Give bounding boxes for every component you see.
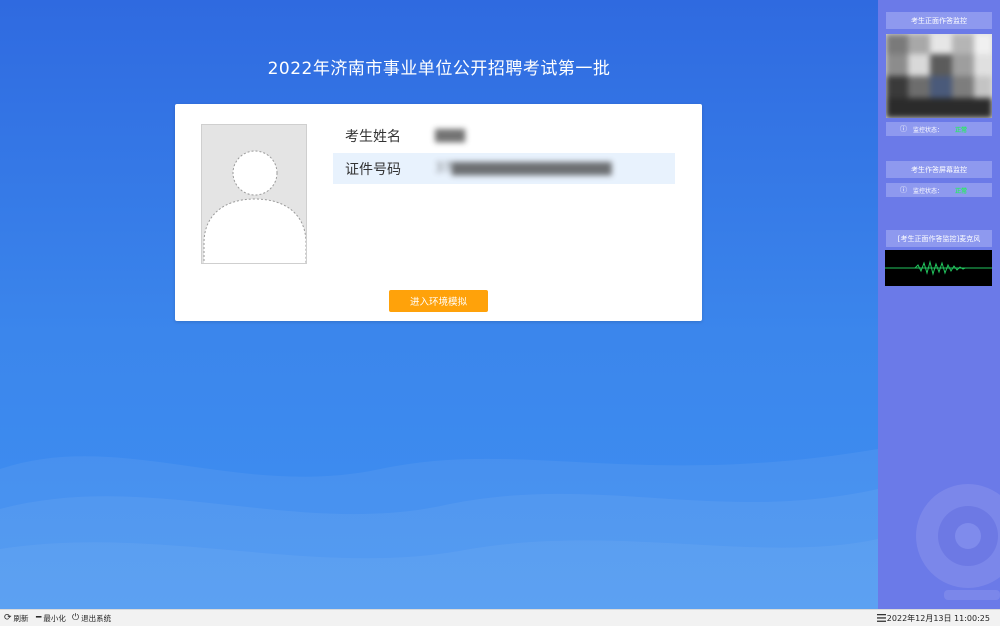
background-waves <box>0 449 878 609</box>
front-monitor-status: ⓘ 监控状态： 正常 <box>886 122 992 136</box>
candidate-name-label: 考生姓名 <box>345 128 401 145</box>
info-icon: ⓘ <box>900 125 907 133</box>
front-status-label: 监控状态： <box>913 126 944 134</box>
webcam-icon <box>916 484 1000 600</box>
power-icon: ⏻ <box>72 613 80 623</box>
refresh-icon: ⟳ <box>4 613 12 623</box>
system-clock: 2022年12月13日 11:00:25 <box>886 613 990 623</box>
exit-label: 退出系统 <box>81 613 112 623</box>
avatar-placeholder-icon <box>203 150 306 263</box>
front-camera-preview <box>886 34 992 118</box>
front-status-value: 正常 <box>955 126 968 134</box>
refresh-button[interactable]: ⟳ 刷新 <box>4 610 29 626</box>
screen-monitor-title: 考生作答屏幕监控 <box>886 161 992 178</box>
refresh-label: 刷新 <box>13 613 29 623</box>
menu-icon[interactable] <box>877 613 886 623</box>
enter-simulation-button[interactable]: 进入环境模拟 <box>389 290 488 312</box>
candidate-photo <box>201 124 307 264</box>
candidate-name-row: 考生姓名 ▇▇▇ <box>333 120 675 151</box>
candidate-id-row: 证件号码 37▇▇▇▇▇▇▇▇▇▇▇▇▇▇▇▇ <box>333 153 675 184</box>
taskbar: ⟳ 刷新 ━ 最小化 ⏻ 退出系统 2022年12月13日 11:00:25 <box>0 609 1000 626</box>
screen-monitor-status: ⓘ 监控状态： 正常 <box>886 183 992 197</box>
mic-waveform <box>885 250 992 286</box>
minimize-button[interactable]: ━ 最小化 <box>36 610 66 626</box>
screen-status-value: 正常 <box>955 187 968 195</box>
mic-monitor-title: [考生正面作答监控]麦克风 <box>886 230 992 247</box>
info-icon: ⓘ <box>900 186 907 194</box>
front-monitor-title: 考生正面作答监控 <box>886 12 992 29</box>
candidate-id-label: 证件号码 <box>345 161 401 178</box>
exit-button[interactable]: ⏻ 退出系统 <box>72 610 111 626</box>
minimize-label: 最小化 <box>43 613 66 623</box>
minimize-icon: ━ <box>36 613 42 623</box>
candidate-id-value: 37▇▇▇▇▇▇▇▇▇▇▇▇▇▇▇▇ <box>435 161 612 176</box>
candidate-info-card: 考生姓名 ▇▇▇ 证件号码 37▇▇▇▇▇▇▇▇▇▇▇▇▇▇▇▇ 进入环境模拟 <box>175 104 702 321</box>
candidate-name-value: ▇▇▇ <box>435 128 465 143</box>
main-area: 2022年济南市事业单位公开招聘考试第一批 考生姓名 ▇▇▇ 证件号码 37▇▇… <box>0 0 878 609</box>
exam-title: 2022年济南市事业单位公开招聘考试第一批 <box>267 59 611 79</box>
screen-status-label: 监控状态： <box>913 187 944 195</box>
